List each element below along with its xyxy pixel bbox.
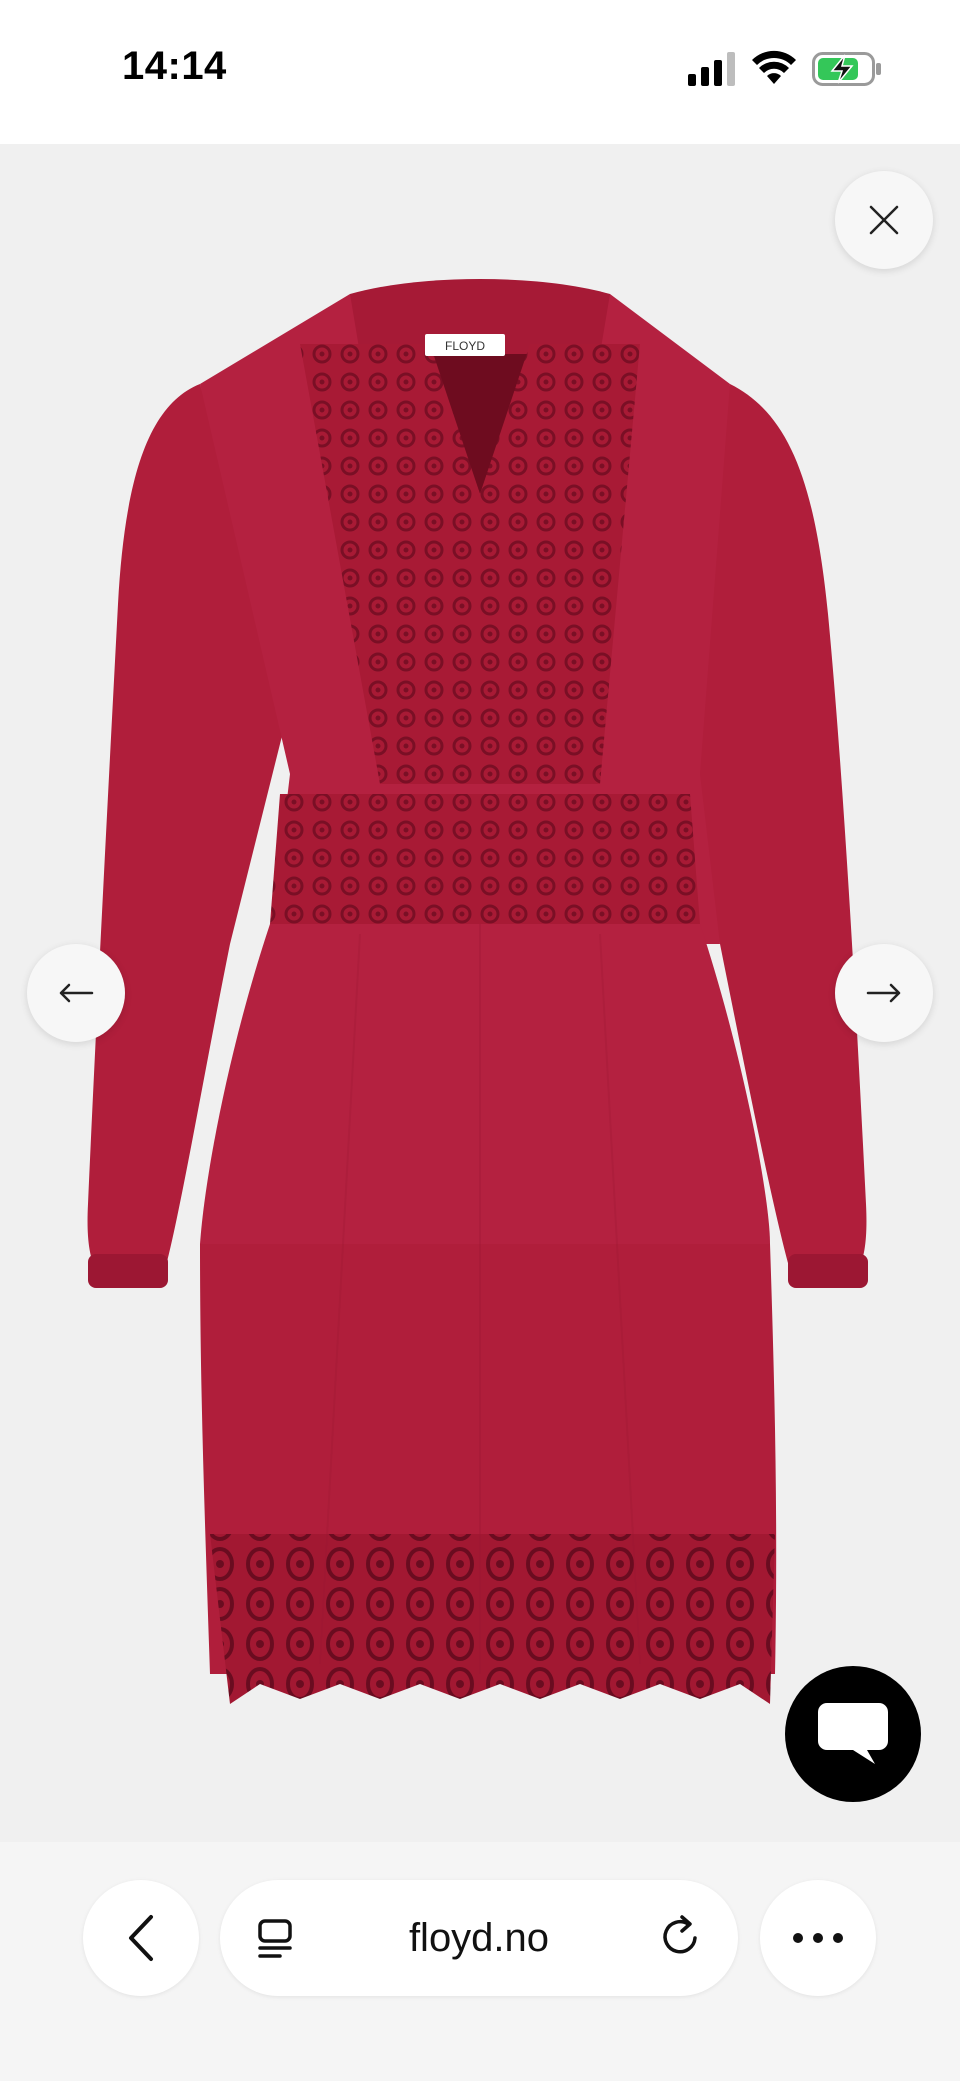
more-options-button[interactable] bbox=[760, 1880, 876, 1996]
close-button[interactable] bbox=[835, 171, 933, 269]
next-image-button[interactable] bbox=[835, 944, 933, 1042]
wifi-icon bbox=[752, 50, 796, 84]
close-icon bbox=[869, 205, 899, 235]
arrow-left-icon bbox=[59, 983, 94, 1003]
arrow-right-icon bbox=[866, 983, 901, 1003]
chat-button[interactable] bbox=[785, 1666, 921, 1802]
status-bar: 14:14 bbox=[0, 0, 960, 144]
battery-charging-icon bbox=[812, 52, 881, 86]
reload-icon[interactable] bbox=[658, 1914, 704, 1960]
product-image-viewer[interactable]: FLOYD bbox=[0, 144, 960, 1842]
chat-bubble-icon bbox=[818, 1703, 888, 1764]
brand-label-text: FLOYD bbox=[445, 339, 485, 353]
product-dress-image: FLOYD bbox=[87, 279, 868, 1704]
more-dots-icon bbox=[793, 1933, 843, 1943]
cellular-signal-icon bbox=[688, 52, 735, 86]
previous-image-button[interactable] bbox=[27, 944, 125, 1042]
clock-time: 14:14 bbox=[122, 44, 227, 88]
address-bar[interactable]: floyd.no bbox=[220, 1880, 738, 1996]
back-button[interactable] bbox=[83, 1880, 199, 1996]
chevron-left-icon bbox=[129, 1915, 153, 1961]
browser-toolbar: floyd.no bbox=[0, 1842, 960, 2081]
